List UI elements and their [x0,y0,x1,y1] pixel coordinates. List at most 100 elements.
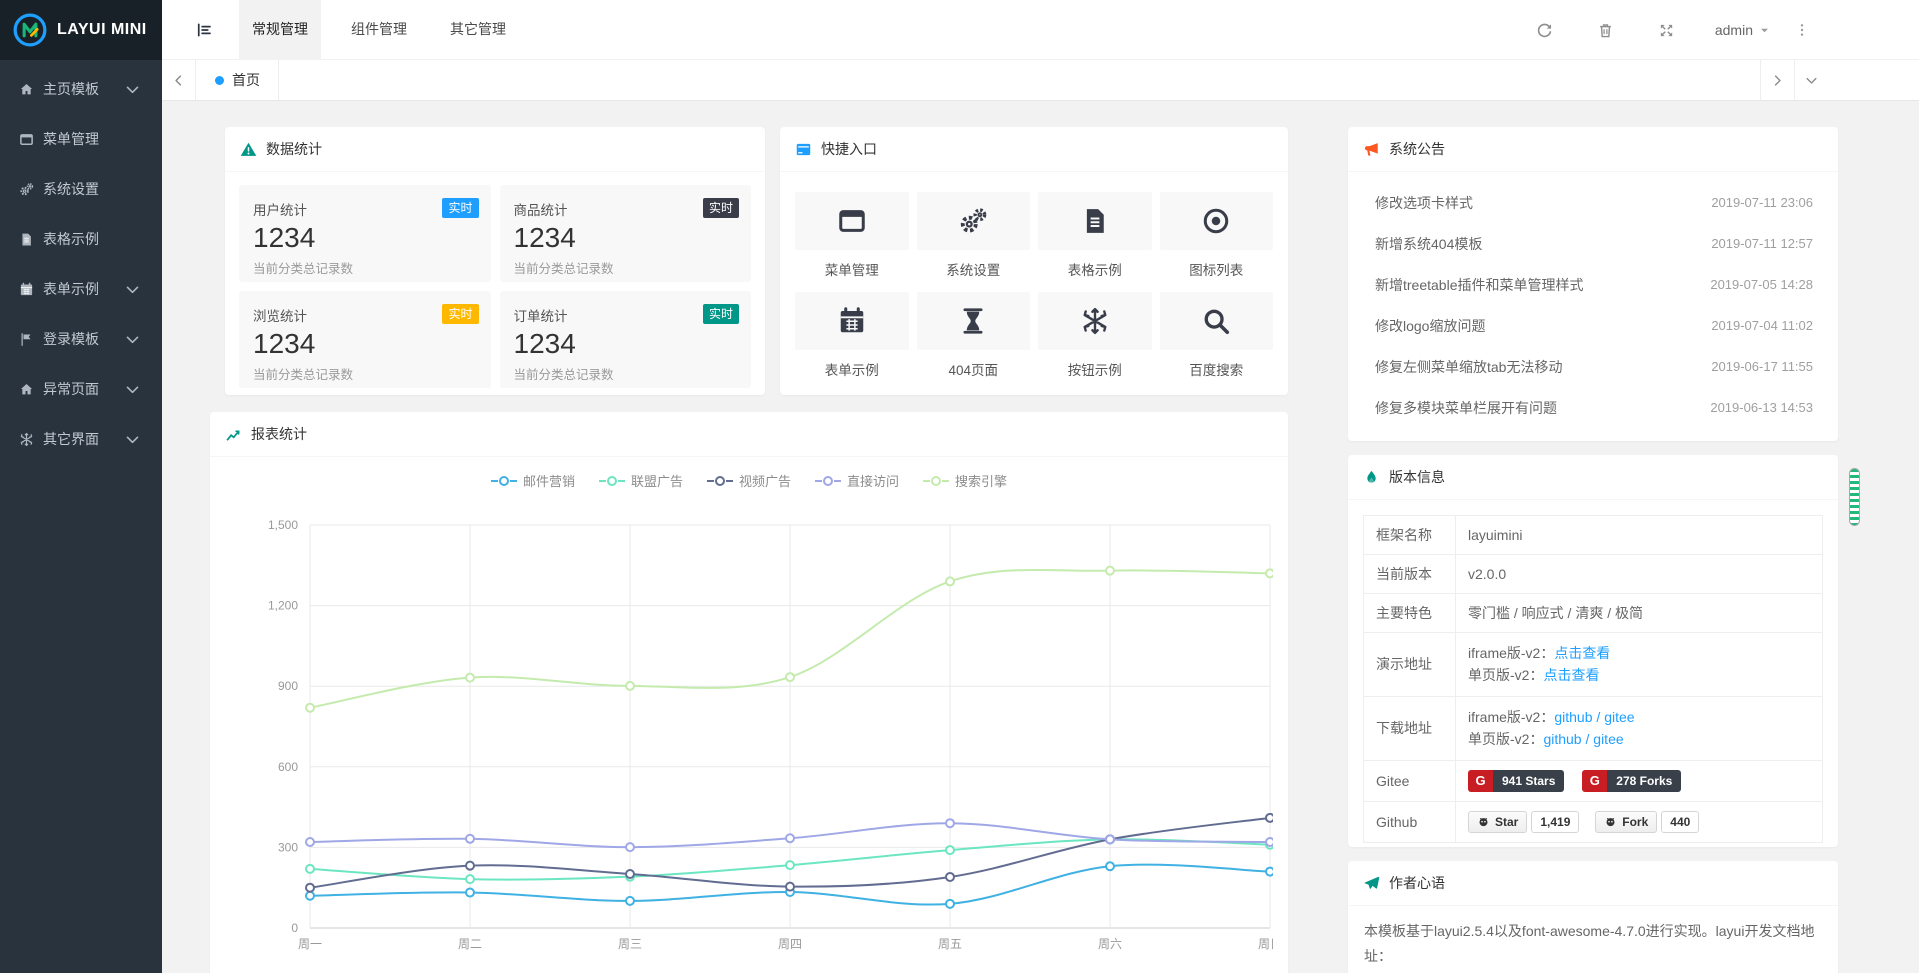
legend-item[interactable]: 邮件营销 [491,471,575,490]
sidebar-item-error-pages[interactable]: 异常页面 [0,364,162,414]
data-point[interactable] [1266,814,1273,822]
user-dropdown[interactable]: admin [1715,22,1770,38]
shortcut-label: 按钮示例 [1038,359,1152,379]
demo-iframe-link[interactable]: 点击查看 [1554,645,1610,661]
announcement-row[interactable]: 新增treetable插件和菜单管理样式 2019-07-05 14:28 [1375,264,1813,305]
gitee-stars-badge[interactable]: G941 Stars [1468,770,1564,792]
shortcut-404-page[interactable]: 404页面 [917,292,1031,379]
legend-item[interactable]: 直接访问 [815,471,899,490]
more-options-icon[interactable] [1794,22,1810,38]
download-github-link[interactable]: github [1543,731,1581,747]
legend-item[interactable]: 视频广告 [707,471,791,490]
github-fork-count[interactable]: 440 [1661,811,1699,833]
announcement-row[interactable]: 修改选项卡样式 2019-07-11 23:06 [1375,182,1813,223]
demo-spa-link[interactable]: 点击查看 [1543,667,1599,683]
version-table: 框架名称 layuimini 当前版本 v2.0.0 主要特色 零门槛 / 响应… [1363,515,1823,843]
tabs-dropdown-button[interactable] [1794,60,1828,100]
realtime-badge: 实时 [442,198,478,218]
data-point[interactable] [306,838,314,846]
data-point[interactable] [1266,569,1273,577]
header-tab-other[interactable]: 其它管理 [437,0,519,60]
data-point[interactable] [306,884,314,892]
data-point[interactable] [786,861,794,869]
data-point[interactable] [946,577,954,585]
announcement-row[interactable]: 修复左侧菜单缩放tab无法移动 2019-06-17 11:55 [1375,346,1813,387]
announcement-row[interactable]: 修改logo缩放问题 2019-07-04 11:02 [1375,305,1813,346]
github-star-count[interactable]: 1,419 [1531,811,1579,833]
shortcut-table-demo[interactable]: 表格示例 [1038,192,1152,279]
github-star-button[interactable]: Star [1468,811,1527,833]
download-gitee-link[interactable]: gitee [1593,731,1623,747]
realtime-badge: 实时 [703,198,739,218]
fullscreen-icon[interactable] [1658,22,1675,39]
gitee-forks-count: 278 Forks [1607,770,1681,792]
announcement-text: 修改选项卡样式 [1375,193,1473,213]
card-title: 作者心语 [1389,873,1445,893]
tabs-scroll-right-button[interactable] [1760,60,1794,100]
legend-item[interactable]: 联盟广告 [599,471,683,490]
sidebar-item-form-demo[interactable]: 表单示例 [0,264,162,314]
data-point[interactable] [1106,835,1114,843]
data-point[interactable] [466,835,474,843]
data-point[interactable] [466,674,474,682]
sidebar-item-home-templates[interactable]: 主页模板 [0,64,162,114]
data-point[interactable] [306,892,314,900]
sidebar-item-other-ui[interactable]: 其它界面 [0,414,162,464]
shortcut-system-settings[interactable]: 系统设置 [917,192,1031,279]
sidebar-item-table-demo[interactable]: 表格示例 [0,214,162,264]
tabs-scroll-left-button[interactable] [162,60,196,100]
data-point[interactable] [946,846,954,854]
legend-item[interactable]: 搜索引擎 [923,471,1007,490]
header-tab-general[interactable]: 常规管理 [239,0,321,60]
data-point[interactable] [786,834,794,842]
data-point[interactable] [946,873,954,881]
data-point[interactable] [1106,862,1114,870]
tab-home[interactable]: 首页 [197,60,279,100]
header-tab-components[interactable]: 组件管理 [338,0,420,60]
sidebar-item-menu-management[interactable]: 菜单管理 [0,114,162,164]
separator: / [1593,709,1605,725]
app-logo[interactable]: LAYUI MINI [0,0,162,60]
data-point[interactable] [1266,868,1273,876]
gitee-forks-badge[interactable]: G278 Forks [1582,770,1681,792]
card-header: 数据统计 [225,127,765,172]
shortcut-button-demo[interactable]: 按钮示例 [1038,292,1152,379]
stat-box-orders[interactable]: 订单统计 1234 当前分类总记录数 实时 [500,291,752,388]
shortcut-form-demo[interactable]: 表单示例 [795,292,909,379]
clear-cache-trash-icon[interactable] [1597,22,1614,39]
announcement-row[interactable]: 修复多模块菜单栏展开有问题 2019-06-13 14:53 [1375,387,1813,428]
vertical-scrollbar-thumb[interactable] [1849,468,1860,526]
stat-value: 1234 [514,222,738,254]
stat-box-views[interactable]: 浏览统计 1234 当前分类总记录数 实时 [239,291,491,388]
data-point[interactable] [626,870,634,878]
data-point[interactable] [1106,567,1114,575]
data-point[interactable] [466,862,474,870]
sidebar-item-system-settings[interactable]: 系统设置 [0,164,162,214]
announcement-row[interactable]: 新增系统404模板 2019-07-11 12:57 [1375,223,1813,264]
data-point[interactable] [466,875,474,883]
data-point[interactable] [1266,838,1273,846]
shortcut-baidu-search[interactable]: 百度搜索 [1160,292,1274,379]
data-point[interactable] [626,843,634,851]
download-gitee-link[interactable]: gitee [1604,709,1634,725]
data-point[interactable] [466,889,474,897]
github-badges-cell: Star 1,419 Fork 440 [1456,801,1823,842]
data-point[interactable] [786,883,794,891]
github-fork-button[interactable]: Fork [1595,811,1657,833]
shortcut-menu-management[interactable]: 菜单管理 [795,192,909,279]
stat-box-products[interactable]: 商品统计 1234 当前分类总记录数 实时 [500,185,752,282]
data-point[interactable] [306,865,314,873]
sidebar-item-login-templates[interactable]: 登录模板 [0,314,162,364]
hourglass-icon [958,306,988,336]
data-point[interactable] [626,682,634,690]
data-point[interactable] [626,897,634,905]
data-point[interactable] [946,900,954,908]
stat-box-users[interactable]: 用户统计 1234 当前分类总记录数 实时 [239,185,491,282]
shortcut-icon-list[interactable]: 图标列表 [1160,192,1274,279]
sidebar-collapse-icon[interactable] [195,21,213,39]
data-point[interactable] [946,819,954,827]
download-github-link[interactable]: github [1554,709,1592,725]
data-point[interactable] [306,704,314,712]
refresh-icon[interactable] [1536,22,1553,39]
data-point[interactable] [786,673,794,681]
